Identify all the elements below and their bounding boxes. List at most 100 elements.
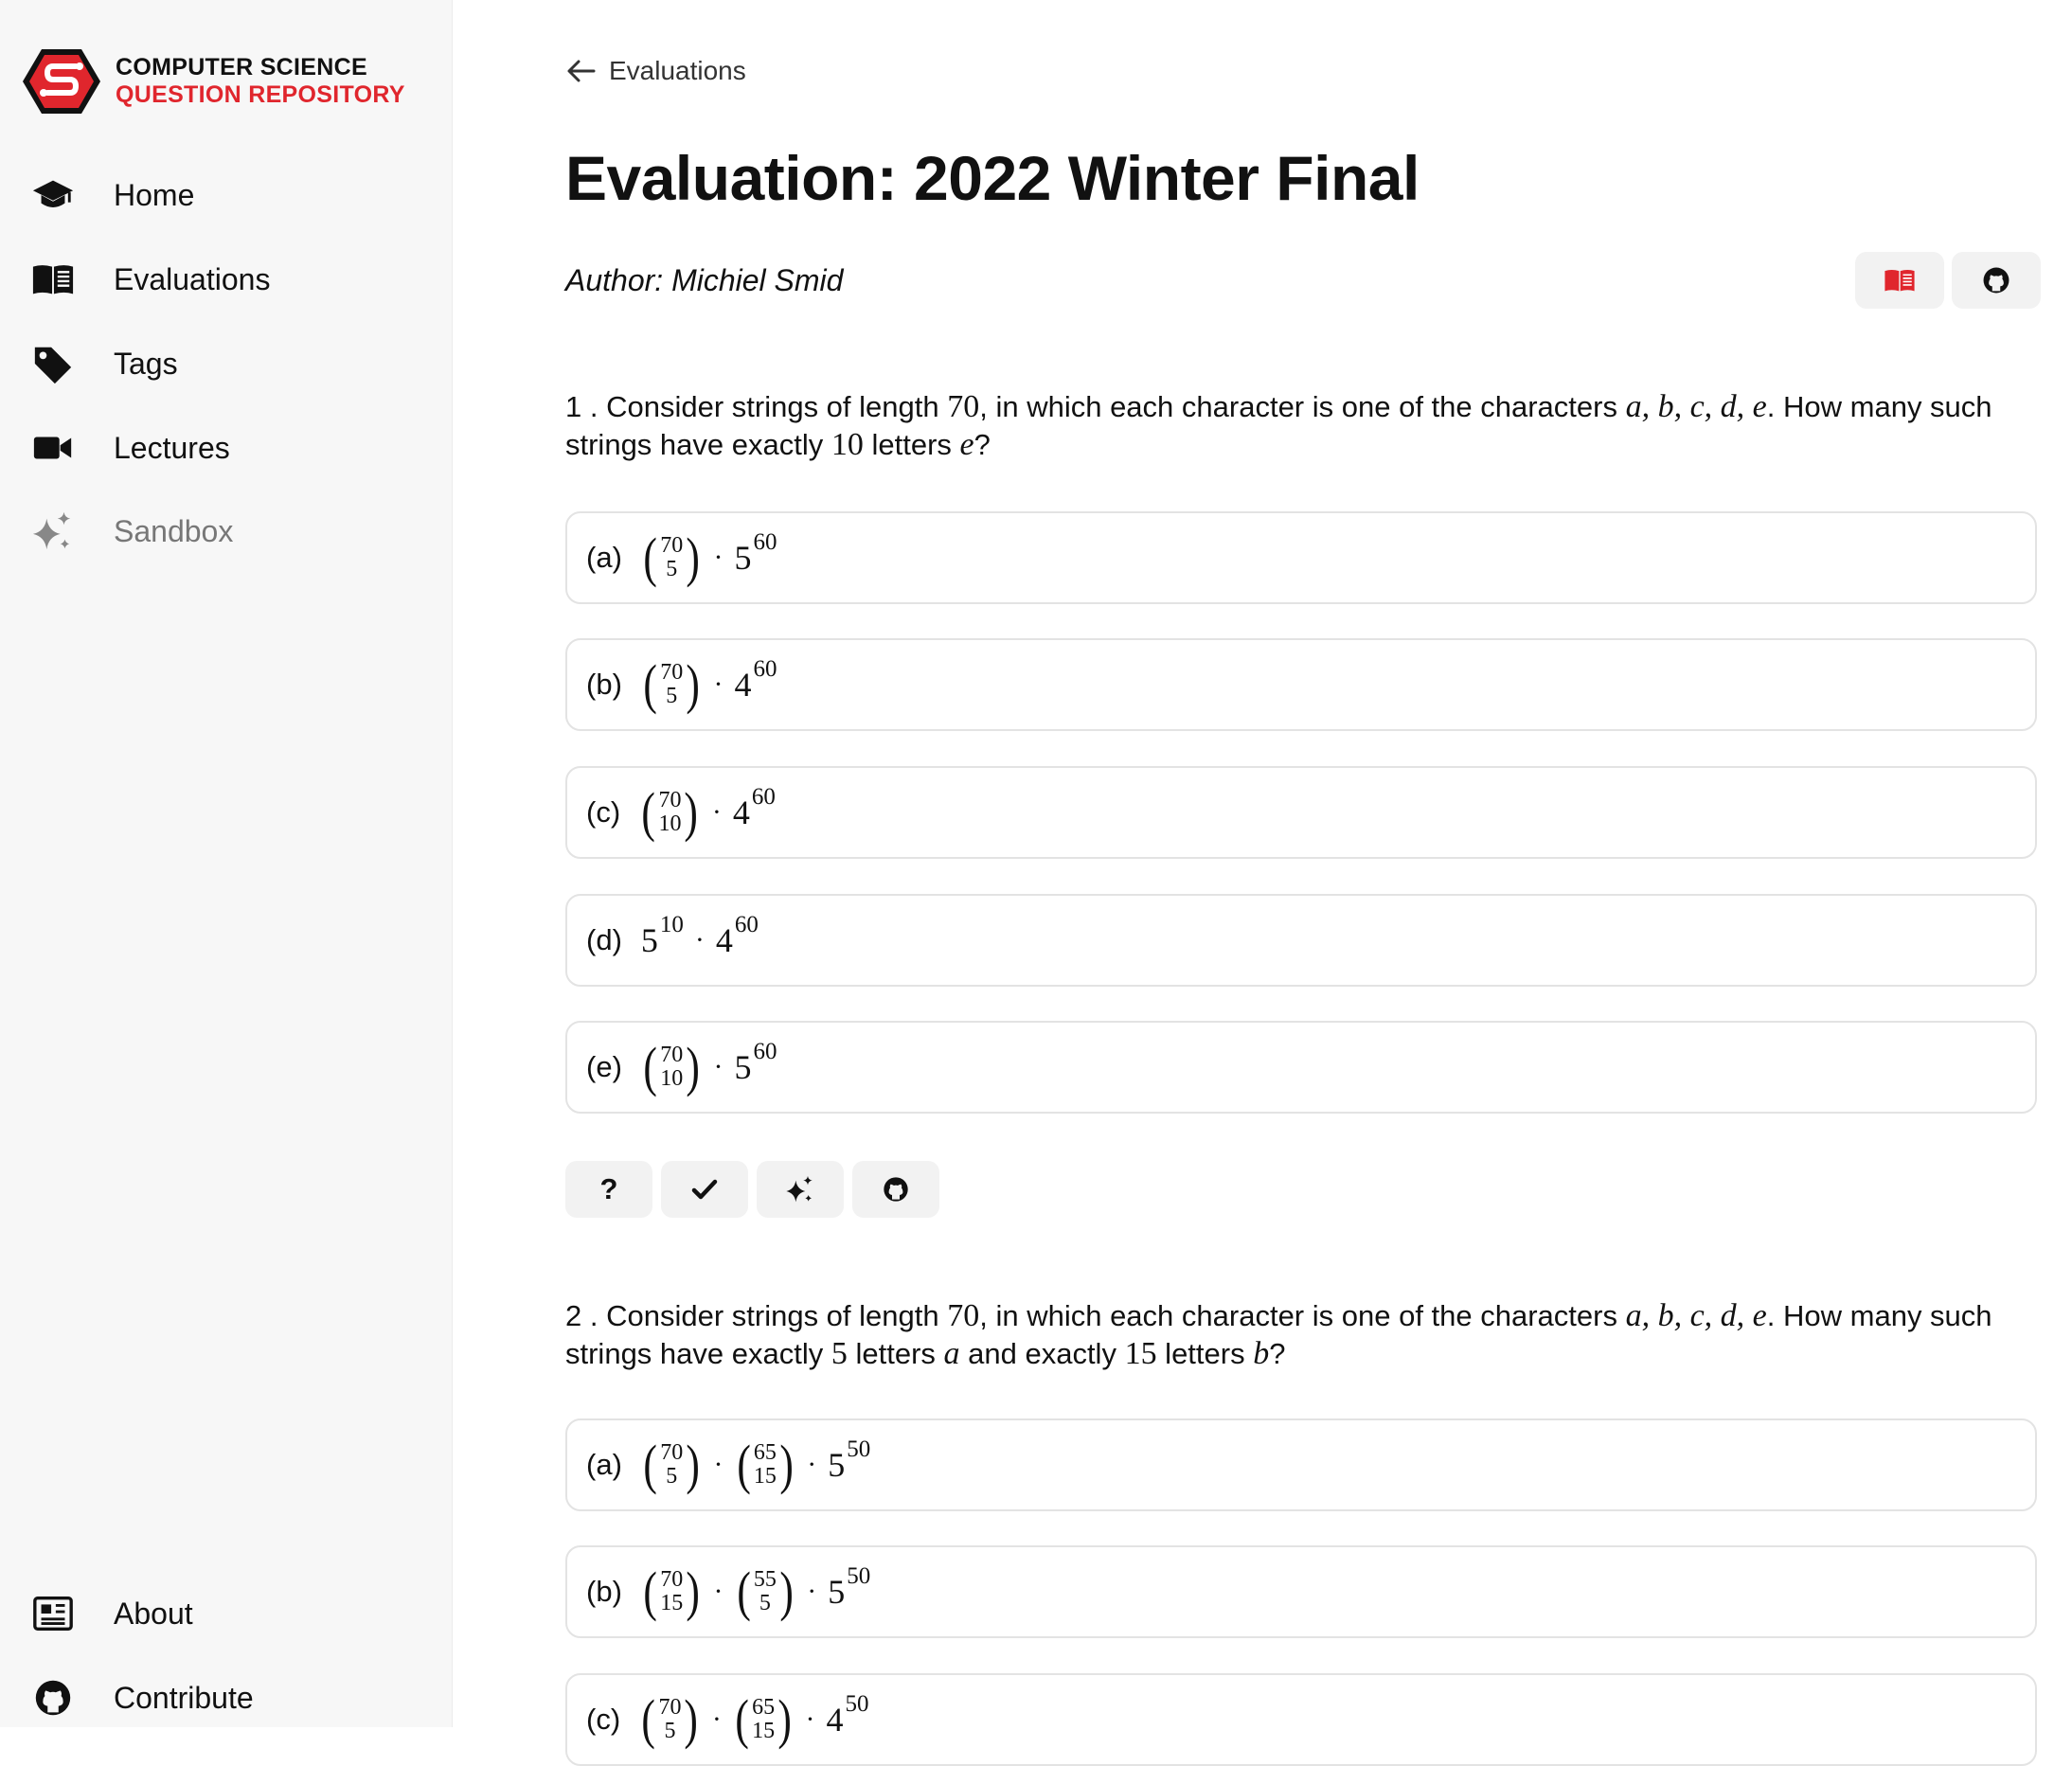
answer-option-b[interactable]: (b) (70 15) · (55 5) · 5 50	[565, 1545, 2037, 1638]
power-exponent: 60	[751, 784, 776, 810]
binomial-top: 65	[752, 1695, 776, 1720]
answer-option-a[interactable]: (a) (70 5) · (65 15) · 5 50	[565, 1418, 2037, 1511]
binomial-bottom: 5	[759, 1591, 771, 1615]
logo[interactable]: COMPUTER SCIENCE QUESTION REPOSITORY	[21, 44, 405, 119]
question-icon: ?	[599, 1172, 618, 1205]
option-label: (e)	[586, 1050, 622, 1083]
binomial-bottom: 10	[658, 812, 682, 836]
power-base: 4	[734, 666, 752, 704]
binomial-bottom: 5	[666, 557, 678, 581]
answer-option-d[interactable]: (d) 5 10 · 4 60	[565, 894, 2037, 987]
power-base: 5	[828, 1573, 846, 1611]
option-label: (b)	[586, 668, 622, 701]
answer-option-b[interactable]: (b) (70 5) · 4 60	[565, 638, 2037, 731]
answer-option-a[interactable]: (a) (70 5) · 5 60	[565, 511, 2037, 604]
sidebar-item-lectures[interactable]: Lectures	[30, 421, 428, 474]
binomial-top: 70	[660, 533, 684, 558]
power-base: 5	[734, 539, 752, 577]
multiply-dot: ·	[807, 1449, 817, 1480]
hint-button[interactable]: ?	[565, 1161, 652, 1218]
logo-line-1: COMPUTER SCIENCE	[116, 54, 367, 80]
question-part: , in which each character is one of the …	[979, 1299, 1626, 1332]
binomial-top: 65	[753, 1440, 777, 1465]
github-icon	[1983, 267, 2009, 294]
question-number: 2	[565, 1299, 582, 1332]
question-part: and exactly	[959, 1337, 1125, 1370]
open-pdf-button[interactable]	[1855, 252, 1944, 309]
binomial-bottom: 15	[660, 1591, 684, 1615]
option-label: (c)	[586, 795, 621, 829]
sidebar-item-tags[interactable]: Tags	[30, 337, 428, 390]
option-label: (b)	[586, 1575, 622, 1608]
binomial-bottom: 5	[666, 684, 678, 708]
sidebar: COMPUTER SCIENCE QUESTION REPOSITORY Hom…	[0, 0, 453, 1727]
multiply-dot: ·	[713, 669, 723, 700]
binomial: (70 5)	[643, 653, 701, 715]
math-variables: a, b, c, d, e	[1625, 1298, 1767, 1333]
question-number: 1	[565, 390, 582, 423]
binomial: (70 5)	[641, 1688, 699, 1750]
option-expression: (70 10) · 4 60	[639, 781, 776, 843]
binomial: (55 5)	[736, 1561, 794, 1622]
sparkles-icon	[30, 508, 76, 554]
math-variables: a, b, c, d, e	[1625, 389, 1767, 424]
multiply-dot: ·	[711, 796, 722, 828]
book-icon	[1884, 270, 1915, 292]
ai-help-button[interactable]	[757, 1161, 844, 1218]
question-part: letters	[847, 1337, 944, 1370]
binomial: (65 15)	[735, 1688, 793, 1750]
binomial: (70 5)	[643, 526, 701, 588]
question-github-button[interactable]	[852, 1161, 939, 1218]
power-exponent: 50	[845, 1691, 869, 1717]
multiply-dot: ·	[713, 1051, 723, 1082]
binomial-top: 70	[658, 1695, 682, 1720]
back-link-label: Evaluations	[609, 56, 746, 85]
sidebar-item-evaluations[interactable]: Evaluations	[30, 253, 428, 306]
question-part: ?	[973, 428, 991, 461]
sidebar-item-label: Lectures	[114, 430, 230, 465]
power-base: 4	[715, 921, 733, 959]
power-exponent: 60	[753, 529, 777, 555]
power-exponent: 60	[753, 656, 777, 682]
back-link[interactable]: Evaluations	[565, 55, 746, 87]
show-answer-button[interactable]	[661, 1161, 748, 1218]
question-part: , in which each character is one of the …	[979, 390, 1626, 423]
power-base: 4	[826, 1701, 844, 1739]
sidebar-item-about[interactable]: About	[30, 1587, 428, 1640]
github-button[interactable]	[1952, 252, 2041, 309]
newspaper-icon	[30, 1591, 76, 1636]
open-book-icon	[30, 257, 76, 302]
option-label: (c)	[586, 1703, 621, 1736]
option-expression: (70 5) · 5 60	[641, 526, 777, 588]
math-value: 70	[947, 1298, 980, 1333]
github-icon	[884, 1177, 908, 1202]
answer-option-e[interactable]: (e) (70 10) · 5 60	[565, 1021, 2037, 1114]
option-label: (a)	[586, 1448, 622, 1481]
question-part: letters	[863, 428, 960, 461]
binomial-top: 70	[660, 1043, 684, 1067]
sidebar-item-label: About	[114, 1596, 193, 1631]
video-camera-icon	[30, 425, 76, 471]
power-exponent: 50	[847, 1563, 871, 1589]
multiply-dot: ·	[807, 1576, 817, 1607]
sidebar-item-home[interactable]: Home	[30, 169, 428, 222]
sidebar-item-sandbox[interactable]: Sandbox	[30, 505, 428, 558]
option-label: (d)	[586, 923, 622, 956]
author: Author: Michiel Smid	[565, 263, 844, 297]
power-exponent: 60	[753, 1039, 777, 1064]
answer-option-c[interactable]: (c) (70 5) · (65 15) · 4 50	[565, 1673, 2037, 1766]
power-base: 4	[732, 794, 750, 831]
binomial-bottom: 15	[753, 1464, 777, 1489]
answer-option-c[interactable]: (c) (70 10) · 4 60	[565, 766, 2037, 859]
power-base: 5	[640, 921, 658, 959]
binomial-bottom: 10	[660, 1066, 684, 1091]
math-value: 15	[1124, 1336, 1157, 1371]
power-exponent: 10	[659, 912, 684, 937]
power-exponent: 50	[847, 1436, 871, 1462]
question-1: 1 . Consider strings of length 70, in wh…	[565, 388, 2041, 1218]
sidebar-item-contribute[interactable]: Contribute	[30, 1671, 428, 1724]
option-label: (a)	[586, 541, 622, 574]
option-expression: (70 15) · (55 5) · 5 50	[641, 1561, 871, 1622]
power-exponent: 60	[734, 912, 759, 937]
binomial: (70 10)	[641, 781, 699, 843]
